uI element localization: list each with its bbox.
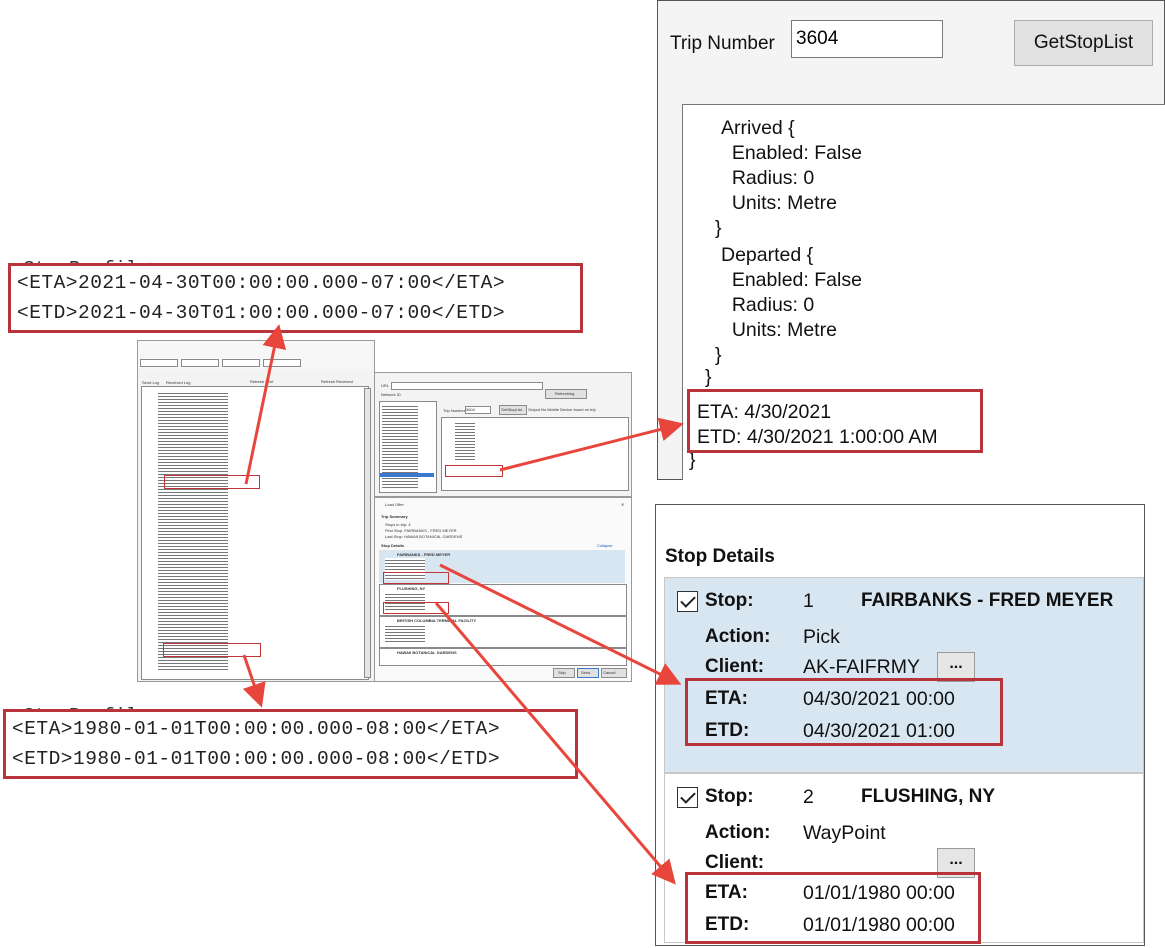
arrow-to-stop-1 [439, 563, 682, 685]
arrow-to-stop-2 [434, 602, 676, 885]
arrow-to-xml-top [244, 324, 287, 485]
callout-arrows [242, 324, 684, 885]
arrow-to-trip-output [499, 417, 684, 472]
arrow-to-xml-bottom [242, 654, 266, 708]
